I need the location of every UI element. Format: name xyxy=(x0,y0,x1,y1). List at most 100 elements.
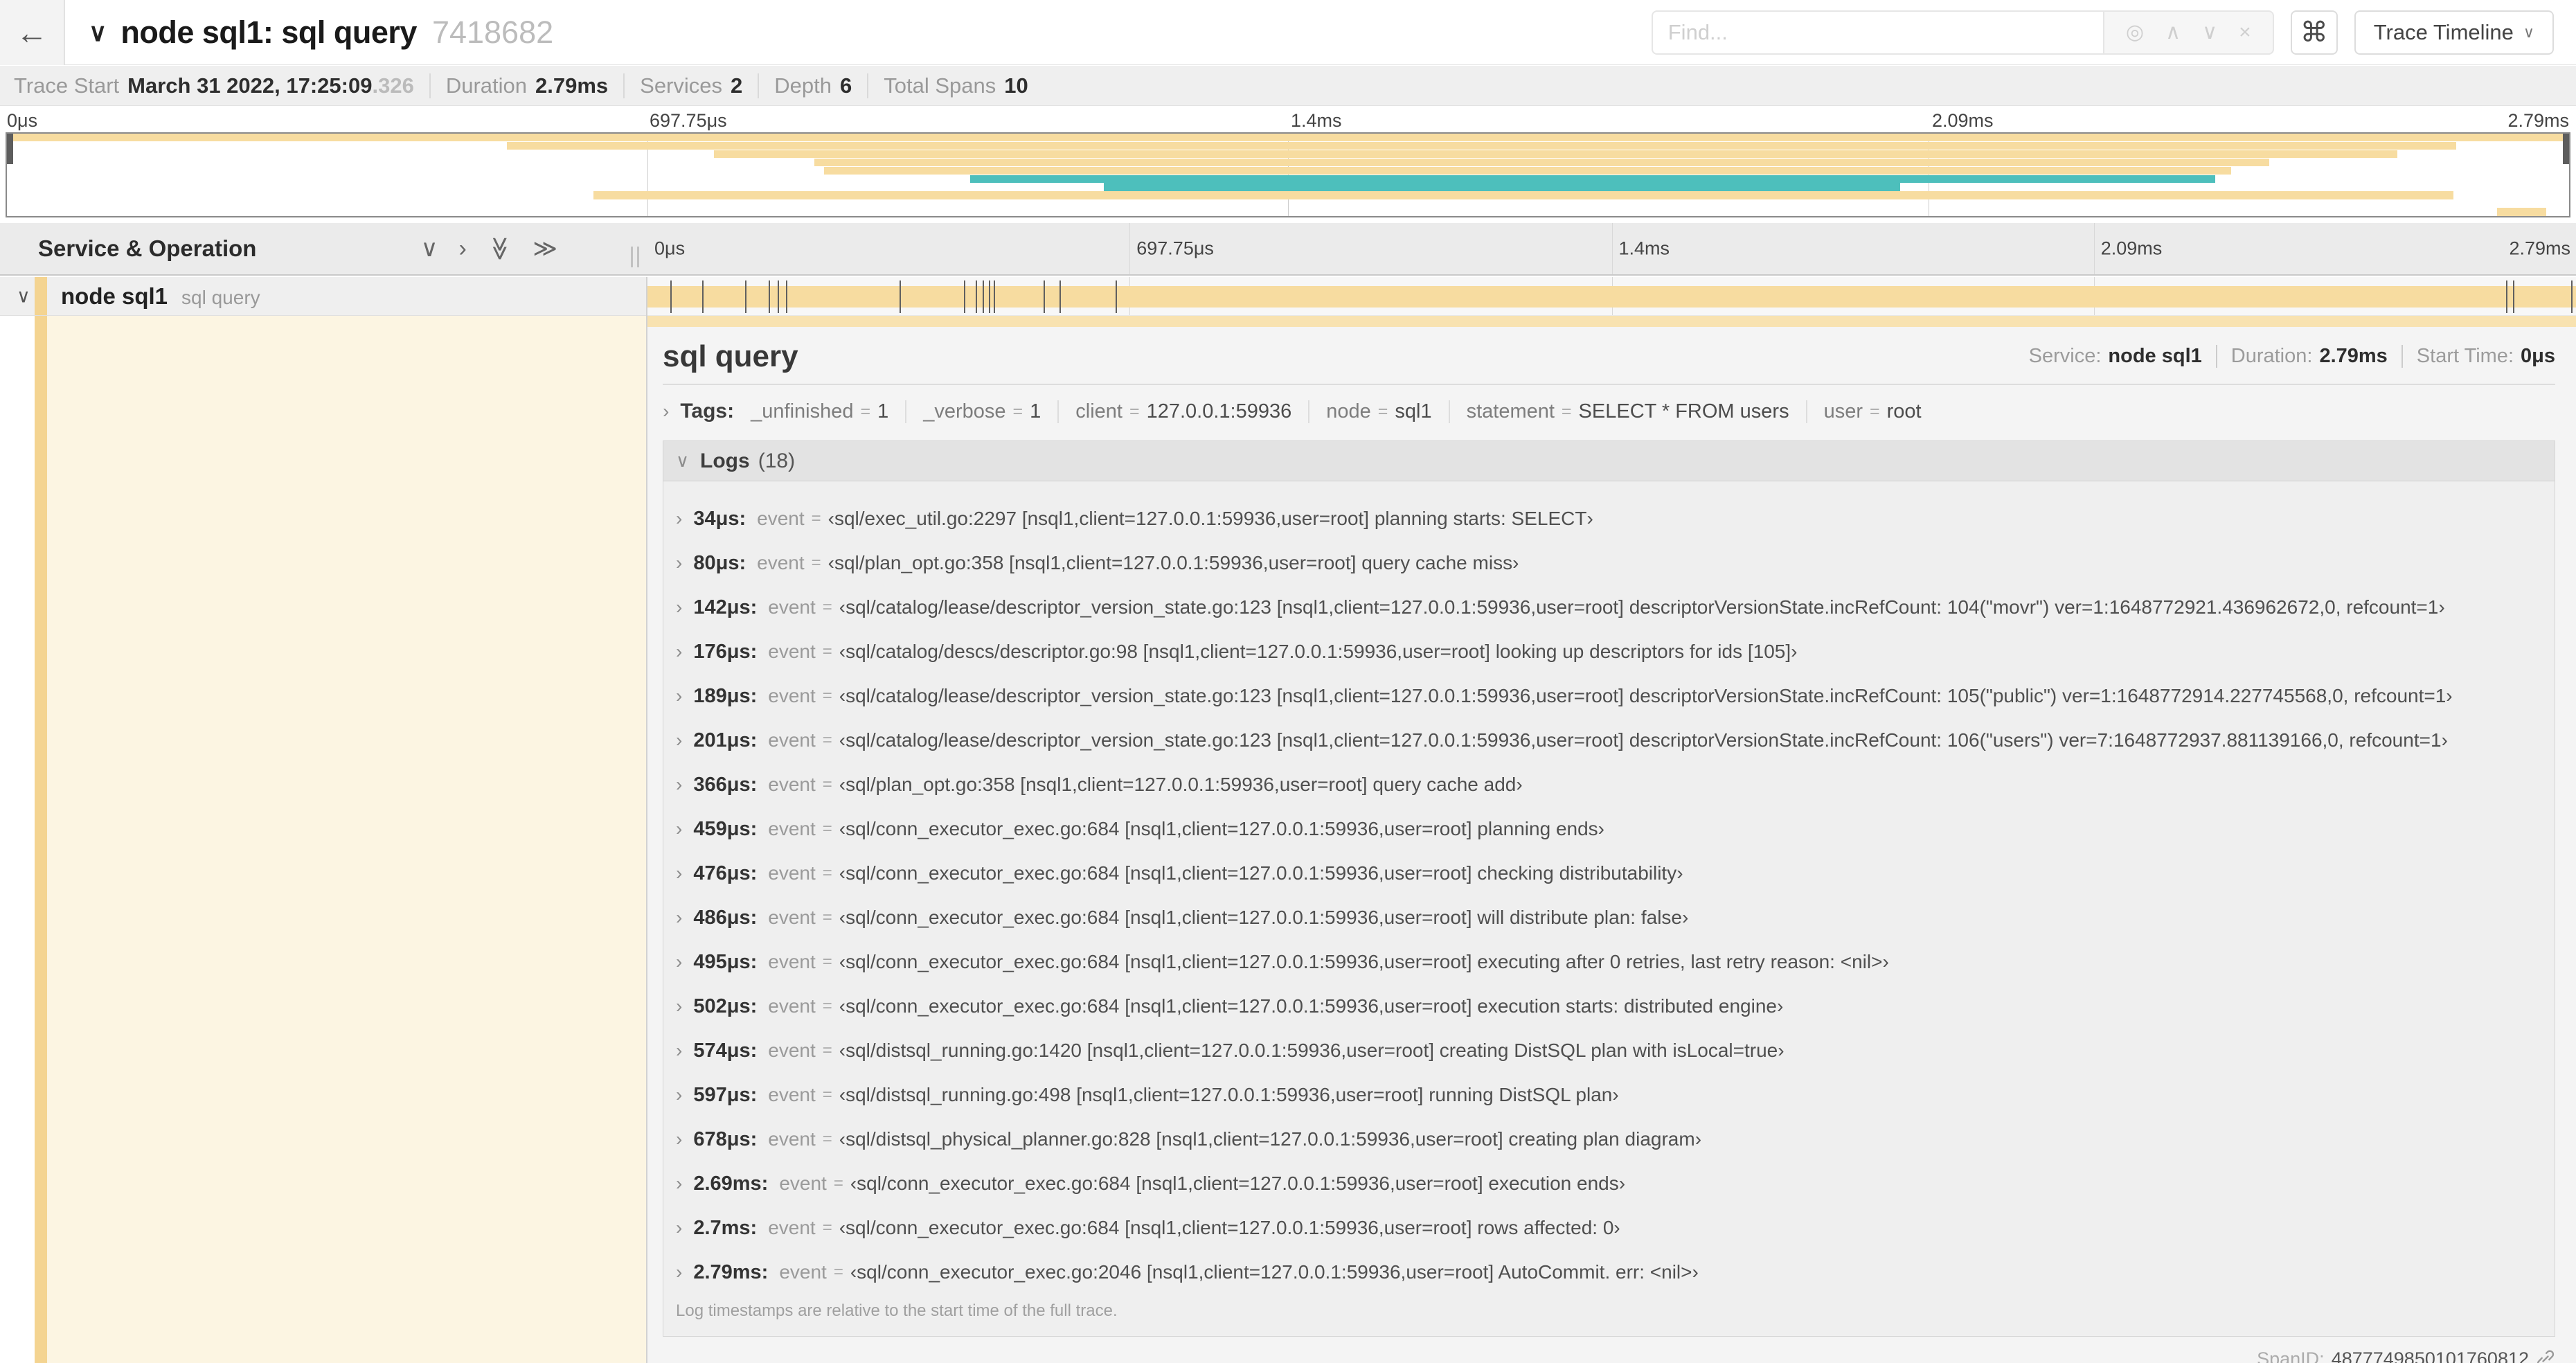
minimap-scrubber-left[interactable] xyxy=(7,134,13,164)
log-entry-row[interactable]: › 597μs: event = ‹sql/distsql_running.go… xyxy=(676,1073,2548,1117)
collapse-children-chevron-icon[interactable]: ∨ xyxy=(17,285,30,307)
minimap-canvas[interactable] xyxy=(6,132,2570,217)
minimap-span-bar xyxy=(1103,183,1901,191)
log-entry-row[interactable]: › 2.69ms: event = ‹sql/conn_executor_exe… xyxy=(676,1161,2548,1206)
meta-value: node sql1 xyxy=(2108,345,2202,367)
ruler-gridline xyxy=(2093,223,2095,274)
summary-label: Duration xyxy=(445,73,527,98)
expand-one-icon[interactable]: › xyxy=(458,237,466,260)
log-field-value: ‹sql/distsql_physical_planner.go:828 [ns… xyxy=(839,1128,1702,1150)
log-entry-row[interactable]: › 366μs: event = ‹sql/plan_opt.go:358 [n… xyxy=(676,763,2548,807)
log-timestamp: 486μs: xyxy=(693,906,758,929)
log-entry-row[interactable]: › 142μs: event = ‹sql/catalog/lease/desc… xyxy=(676,585,2548,630)
ruler-tick: 0μs xyxy=(654,238,686,259)
back-button[interactable]: ← xyxy=(0,0,65,65)
tag-value: 1 xyxy=(1030,400,1041,422)
minimap-scrubber-right[interactable] xyxy=(2563,134,2569,164)
span-meta-item: Service: node sql1 xyxy=(2029,345,2202,368)
log-equals: = xyxy=(822,731,832,749)
span-service-name: node sql1 sql query xyxy=(61,283,260,309)
find-input[interactable] xyxy=(1651,10,2103,55)
next-result-icon[interactable]: ∨ xyxy=(2202,22,2217,43)
log-marker-tick[interactable] xyxy=(785,280,787,313)
log-marker-tick[interactable] xyxy=(701,280,704,313)
column-resize-gripper[interactable] xyxy=(631,247,639,267)
log-field-key: event xyxy=(768,1217,816,1238)
service-operation-title: Service & Operation xyxy=(38,235,257,261)
tag-item[interactable]: user = root xyxy=(1805,400,1938,423)
trace-timeline-page: ← ∨ node sql1: sql query 7418682 ◎ ∧ ∨ ×… xyxy=(0,0,2576,1363)
log-equals: = xyxy=(822,1218,832,1237)
collapse-one-icon[interactable]: ∨ xyxy=(421,237,438,260)
log-field-key: event xyxy=(768,596,816,618)
log-marker-tick[interactable] xyxy=(976,280,978,313)
log-marker-tick[interactable] xyxy=(964,280,966,313)
tags-row[interactable]: › Tags: _unfinished = 1 _verbose = 1 cli… xyxy=(663,399,2555,424)
deep-link-icon[interactable] xyxy=(2536,1349,2555,1363)
span-row: ∨ node sql1 sql query xyxy=(0,277,2576,316)
log-entry-row[interactable]: › 678μs: event = ‹sql/distsql_physical_p… xyxy=(676,1117,2548,1161)
log-marker-tick[interactable] xyxy=(670,280,672,313)
log-marker-tick[interactable] xyxy=(1115,280,1117,313)
log-marker-tick[interactable] xyxy=(777,280,779,313)
column-divider[interactable] xyxy=(646,277,647,1363)
tag-item[interactable]: node = sql1 xyxy=(1308,400,1448,423)
log-marker-tick[interactable] xyxy=(983,280,985,313)
log-field-value: ‹sql/conn_executor_exec.go:684 [nsql1,cl… xyxy=(839,951,1889,972)
log-marker-tick[interactable] xyxy=(1059,280,1061,313)
log-entry-row[interactable]: › 2.79ms: event = ‹sql/conn_executor_exe… xyxy=(676,1250,2548,1294)
log-entry-row[interactable]: › 495μs: event = ‹sql/conn_executor_exec… xyxy=(676,940,2548,984)
span-detail-row: sql query Service: node sql1 Duration: 2… xyxy=(0,316,2576,1363)
clear-find-icon[interactable]: × xyxy=(2239,22,2251,43)
log-equals: = xyxy=(833,1174,843,1193)
span-duration-bar[interactable] xyxy=(647,286,2576,308)
timeline-ruler: 0μs 697.75μs 1.4ms 2.09ms 2.79ms xyxy=(647,223,2576,274)
log-marker-tick[interactable] xyxy=(1043,280,1045,313)
log-equals: = xyxy=(822,952,832,971)
tag-key: client xyxy=(1075,400,1122,422)
log-entry-row[interactable]: › 502μs: event = ‹sql/conn_executor_exec… xyxy=(676,984,2548,1028)
summary-suffix: .326 xyxy=(372,73,414,98)
summary-label: Depth xyxy=(774,73,832,98)
log-entry-row[interactable]: › 574μs: event = ‹sql/distsql_running.go… xyxy=(676,1028,2548,1073)
log-timestamp: 502μs: xyxy=(693,995,758,1017)
span-id-row: SpanID: 4877749850101760812 xyxy=(663,1344,2555,1363)
collapse-all-icon[interactable]: ≫ xyxy=(487,236,513,261)
log-entry-row[interactable]: › 459μs: event = ‹sql/conn_executor_exec… xyxy=(676,807,2548,851)
log-marker-tick[interactable] xyxy=(2506,280,2508,313)
log-marker-tick[interactable] xyxy=(2571,280,2573,313)
meta-value: 0μs xyxy=(2521,345,2555,367)
locate-icon[interactable]: ◎ xyxy=(2126,22,2144,43)
log-marker-tick[interactable] xyxy=(2513,280,2515,313)
log-entry-row[interactable]: › 486μs: event = ‹sql/conn_executor_exec… xyxy=(676,896,2548,940)
log-entry-row[interactable]: › 201μs: event = ‹sql/catalog/lease/desc… xyxy=(676,718,2548,763)
tag-item[interactable]: _verbose = 1 xyxy=(905,400,1057,423)
tag-item[interactable]: client = 127.0.0.1:59936 xyxy=(1057,400,1308,423)
chevron-right-icon: › xyxy=(676,685,683,706)
logs-header[interactable]: ∨ Logs (18) xyxy=(663,441,2555,481)
collapse-trace-chevron-icon[interactable]: ∨ xyxy=(89,18,107,47)
log-field-key: event xyxy=(757,508,805,529)
log-field-value: ‹sql/conn_executor_exec.go:684 [nsql1,cl… xyxy=(839,907,1689,928)
log-entry-row[interactable]: › 34μs: event = ‹sql/exec_util.go:2297 [… xyxy=(676,497,2548,541)
expand-all-icon[interactable]: ≫ xyxy=(533,237,557,260)
chevron-right-icon: › xyxy=(676,774,683,795)
log-entry-row[interactable]: › 80μs: event = ‹sql/plan_opt.go:358 [ns… xyxy=(676,541,2548,585)
log-entry-row[interactable]: › 476μs: event = ‹sql/conn_executor_exec… xyxy=(676,851,2548,896)
tag-item[interactable]: _unfinished = 1 xyxy=(751,400,905,423)
log-entry-row[interactable]: › 189μs: event = ‹sql/catalog/lease/desc… xyxy=(676,674,2548,718)
log-entry-row[interactable]: › 176μs: event = ‹sql/catalog/descs/desc… xyxy=(676,630,2548,674)
tag-item[interactable]: statement = SELECT * FROM users xyxy=(1448,400,1806,423)
log-marker-tick[interactable] xyxy=(768,280,770,313)
keyboard-shortcuts-button[interactable]: ⌘ xyxy=(2290,10,2338,55)
span-name-cell[interactable]: ∨ node sql1 sql query xyxy=(0,277,646,316)
log-marker-tick[interactable] xyxy=(989,280,991,313)
log-marker-tick[interactable] xyxy=(744,280,746,313)
log-entry-row[interactable]: › 2.7ms: event = ‹sql/conn_executor_exec… xyxy=(676,1206,2548,1250)
chevron-right-icon: › xyxy=(676,1128,683,1150)
trace-view-selector[interactable]: Trace Timeline ∨ xyxy=(2354,10,2554,55)
log-marker-tick[interactable] xyxy=(900,280,902,313)
span-id-label: SpanID: xyxy=(2257,1348,2325,1363)
previous-result-icon[interactable]: ∧ xyxy=(2165,22,2181,43)
log-marker-tick[interactable] xyxy=(994,280,996,313)
